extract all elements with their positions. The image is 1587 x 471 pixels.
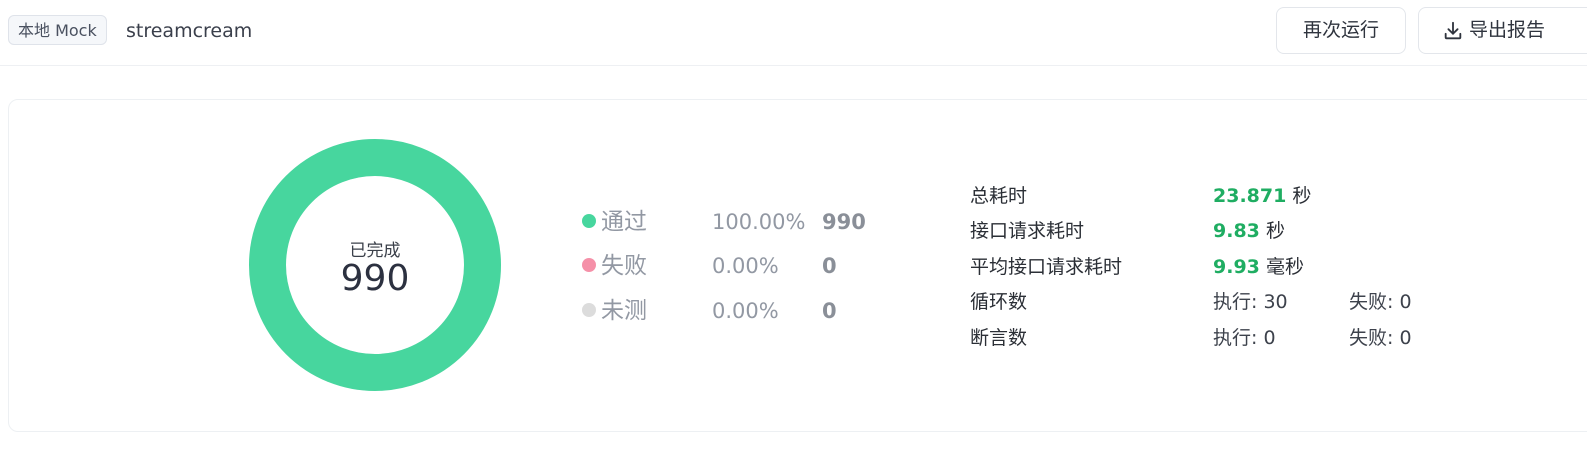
stat-failed: 失败: 0 [1349,291,1412,313]
environment-tag[interactable]: 本地 Mock [8,15,107,45]
legend-item-untested: 未测 0.00% 0 [582,295,882,327]
stat-value: 9.93 毫秒 [1213,252,1304,282]
legend-name-untested: 未测 [601,298,647,324]
stat-avg-api-time: 平均接口请求耗时 9.93 毫秒 [970,252,1570,282]
legend-item-fail: 失败 0.00% 0 [582,250,882,282]
legend-dot-untested [582,303,596,317]
legend-percent-untested: 0.00% [712,299,779,323]
stat-value: 9.83 秒 [1213,216,1285,246]
stat-label: 接口请求耗时 [970,220,1085,242]
stat-label: 平均接口请求耗时 [970,256,1123,278]
stat-loops: 循环数 执行: 30 失败: 0 [970,287,1570,317]
export-button-label: 导出报告 [1469,19,1546,41]
stat-number: 9.93 [1213,256,1260,278]
rerun-button[interactable]: 再次运行 [1276,7,1406,54]
stat-label: 总耗时 [970,185,1028,207]
stat-number: 9.83 [1213,220,1260,242]
legend-item-pass: 通过 100.00% 990 [582,206,882,238]
stat-total-time: 总耗时 23.871 秒 [970,181,1570,211]
stat-executed: 执行: 30 [1213,291,1288,313]
stat-unit: 秒 [1265,220,1285,242]
legend-name-fail: 失败 [601,253,647,279]
stat-assertions: 断言数 执行: 0 失败: 0 [970,323,1570,353]
stat-label: 循环数 [970,291,1028,313]
legend-count-untested: 0 [822,299,837,323]
legend-count-fail: 0 [822,254,837,278]
legend-dot-fail [582,258,596,272]
project-name: streamcream [126,20,253,42]
stat-api-time: 接口请求耗时 9.83 秒 [970,216,1570,246]
stat-label: 断言数 [970,327,1028,349]
download-icon [1444,21,1462,40]
report-header: 本地 Mock streamcream 再次运行 导出报告 [0,0,1587,66]
legend-percent-pass: 100.00% [712,210,806,234]
stat-executed: 执行: 0 [1213,327,1276,349]
export-report-button[interactable]: 导出报告 [1418,7,1587,54]
legend-count-pass: 990 [822,210,866,234]
legend-dot-pass [582,214,596,228]
stat-number: 23.871 [1213,185,1287,207]
stat-unit: 毫秒 [1265,256,1304,278]
stat-failed: 失败: 0 [1349,327,1412,349]
legend-percent-fail: 0.00% [712,254,779,278]
legend-name-pass: 通过 [601,209,647,235]
donut-center-value: 990 [340,258,410,299]
stat-unit: 秒 [1292,185,1312,207]
stat-value: 23.871 秒 [1213,181,1311,211]
